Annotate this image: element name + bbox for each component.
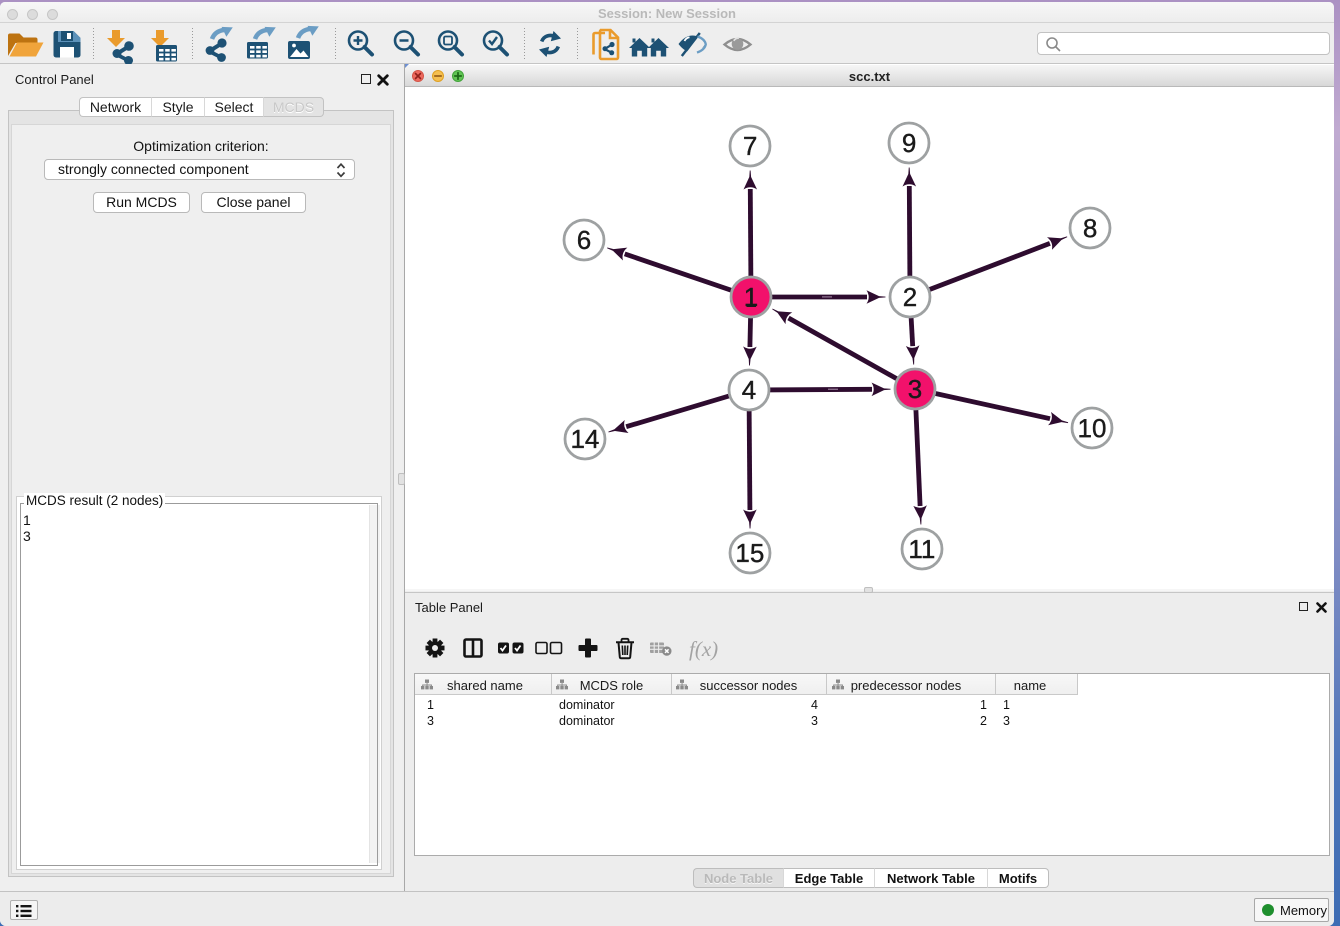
svg-text:15: 15 — [735, 538, 764, 568]
svg-text:7: 7 — [743, 131, 757, 161]
svg-text:10: 10 — [1077, 413, 1106, 443]
svg-text:11: 11 — [908, 534, 935, 564]
svg-text:2: 2 — [903, 282, 917, 312]
svg-text:1: 1 — [744, 282, 758, 312]
svg-text:f(x): f(x) — [689, 637, 718, 661]
svg-text:6: 6 — [577, 225, 591, 255]
svg-text:3: 3 — [908, 374, 922, 404]
svg-text:14: 14 — [570, 424, 599, 454]
svg-text:9: 9 — [902, 128, 916, 158]
svg-text:4: 4 — [742, 375, 756, 405]
svg-text:8: 8 — [1083, 213, 1097, 243]
